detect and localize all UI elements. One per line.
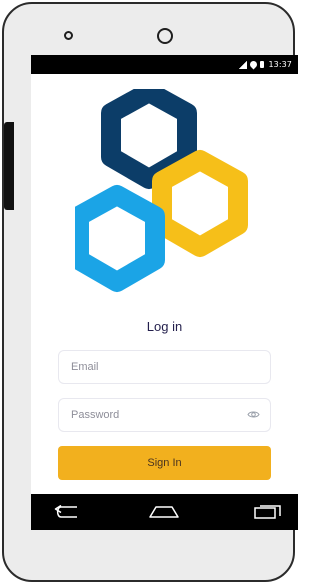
signal-icon xyxy=(239,60,248,69)
wifi-icon xyxy=(248,59,259,70)
recent-apps-button[interactable] xyxy=(243,494,293,530)
email-field[interactable] xyxy=(58,350,271,384)
status-icons: 13:37 xyxy=(239,55,292,74)
front-camera-icon xyxy=(64,31,73,40)
screen: 13:37 Log in Email Sign In xyxy=(31,55,298,530)
recent-apps-icon xyxy=(254,505,281,519)
email-input[interactable] xyxy=(71,351,251,383)
password-input[interactable] xyxy=(71,399,251,431)
page: 13:37 Log in Email Sign In xyxy=(0,0,301,588)
back-icon xyxy=(54,505,77,518)
battery-icon xyxy=(260,61,265,68)
home-icon xyxy=(149,506,179,518)
phone-frame: 13:37 Log in Email Sign In xyxy=(2,2,298,582)
password-field[interactable] xyxy=(58,398,271,432)
side-button xyxy=(4,122,14,210)
app-logo xyxy=(75,89,251,297)
speaker-icon xyxy=(157,28,173,44)
status-bar: 13:37 xyxy=(31,55,298,74)
status-time: 13:37 xyxy=(268,60,292,69)
logo-yellow-hexagon xyxy=(152,150,248,257)
eye-icon[interactable] xyxy=(247,410,260,419)
home-button[interactable] xyxy=(139,494,189,530)
navigation-bar xyxy=(31,494,298,530)
sign-in-button[interactable]: Sign In xyxy=(58,446,271,480)
back-button[interactable] xyxy=(41,494,91,530)
page-title: Log in xyxy=(146,319,183,334)
logo-blue-hexagon xyxy=(75,185,165,292)
